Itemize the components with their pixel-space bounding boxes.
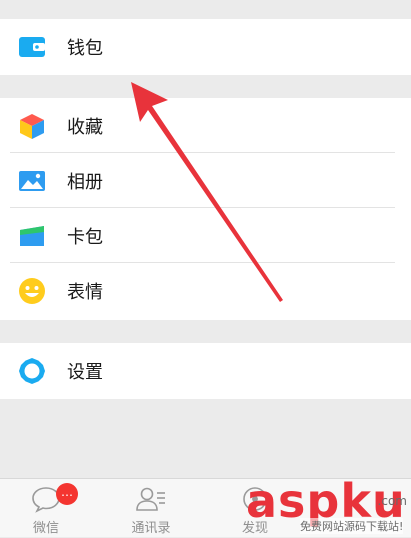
menu-label-settings: 设置 xyxy=(67,361,103,383)
watermark-tagline: 免费网站源码下载站! xyxy=(300,518,404,534)
wallet-icon xyxy=(17,32,47,62)
menu-label-favorites: 收藏 xyxy=(67,116,103,138)
card-icon xyxy=(17,221,47,251)
menu-label-wallet: 钱包 xyxy=(67,37,103,59)
watermark: aspku .com 免费网站源码下载站! xyxy=(240,478,411,537)
gear-icon xyxy=(17,356,47,386)
menu-label-stickers: 表情 xyxy=(67,281,103,303)
menu-label-album: 相册 xyxy=(67,171,103,193)
menu-item-settings[interactable]: 设置 xyxy=(0,343,411,398)
wallet-group: 钱包 xyxy=(0,19,411,75)
unread-badge: … xyxy=(56,483,78,505)
menu-item-cards[interactable]: 卡包 xyxy=(0,208,411,263)
menu-item-wallet[interactable]: 钱包 xyxy=(0,19,411,74)
settings-group: 设置 xyxy=(0,343,411,399)
menu-item-album[interactable]: 相册 xyxy=(0,153,411,208)
watermark-domain: .com xyxy=(377,494,407,508)
tab-contacts[interactable]: 通讯录 xyxy=(111,479,191,538)
menu-item-stickers[interactable]: 表情 xyxy=(0,263,411,318)
contacts-icon xyxy=(135,485,167,513)
photo-icon xyxy=(17,166,47,196)
tab-label-chats: 微信 xyxy=(32,521,59,536)
collection-group: 收藏 相册 卡包 表情 xyxy=(0,98,411,320)
menu-item-favorites[interactable]: 收藏 xyxy=(0,98,411,153)
tab-chats[interactable]: … 微信 xyxy=(6,479,86,538)
smiley-icon xyxy=(17,276,47,306)
cube-icon xyxy=(17,111,47,141)
tab-label-contacts: 通讯录 xyxy=(131,521,171,536)
menu-label-cards: 卡包 xyxy=(67,226,103,248)
